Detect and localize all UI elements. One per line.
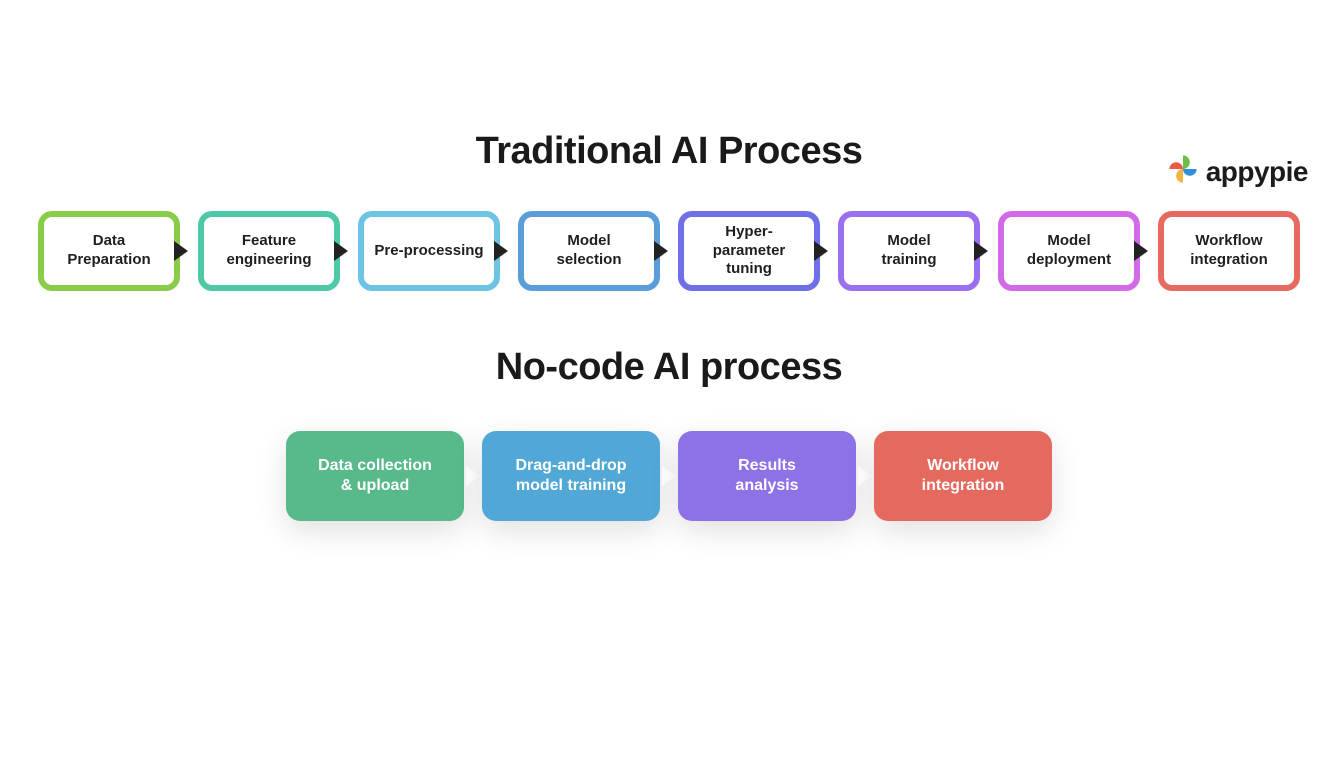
traditional-ai-heading: Traditional AI Process <box>0 130 1338 173</box>
flow-arrow-icon <box>494 241 508 261</box>
step-label: Data Preparation <box>67 232 150 270</box>
brand-logo-text: appypie <box>1206 156 1308 188</box>
traditional-step-7: Model deployment <box>998 211 1140 291</box>
flow-arrow-icon <box>654 241 668 261</box>
traditional-step-4: Model selection <box>518 211 660 291</box>
flow-arrow-icon <box>974 241 988 261</box>
flow-arrow-icon <box>814 241 828 261</box>
step-label: Model deployment <box>1027 232 1111 270</box>
flow-arrow-icon <box>466 466 480 486</box>
nocode-step-2: Drag-and-drop model training <box>482 431 660 521</box>
nocode-step-1: Data collection & upload <box>286 431 464 521</box>
flow-arrow-icon <box>1134 241 1148 261</box>
step-label: Results analysis <box>735 456 798 496</box>
traditional-ai-flow: Data Preparation Feature engineering Pre-p… <box>0 211 1338 291</box>
brand-logo: appypie <box>1166 152 1308 191</box>
traditional-step-2: Feature engineering <box>198 211 340 291</box>
flow-arrow-icon <box>858 466 872 486</box>
step-label: Drag-and-drop model training <box>515 456 626 496</box>
nocode-step-3: Results analysis <box>678 431 856 521</box>
step-label: Feature engineering <box>226 232 311 270</box>
traditional-step-3: Pre-processing <box>358 211 500 291</box>
traditional-step-8: Workflow integration <box>1158 211 1300 291</box>
nocode-step-4: Workflow integration <box>874 431 1052 521</box>
flow-arrow-icon <box>662 466 676 486</box>
step-label: Hyper- parameter tuning <box>713 223 786 279</box>
traditional-step-5: Hyper- parameter tuning <box>678 211 820 291</box>
step-label: Pre-processing <box>374 242 483 261</box>
nocode-ai-heading: No-code AI process <box>0 346 1338 389</box>
flow-arrow-icon <box>174 241 188 261</box>
step-label: Model training <box>882 232 937 270</box>
step-label: Model selection <box>556 232 621 270</box>
flow-arrow-icon <box>334 241 348 261</box>
traditional-step-6: Model training <box>838 211 980 291</box>
step-label: Workflow integration <box>922 456 1005 496</box>
appypie-logo-icon <box>1166 152 1200 191</box>
step-label: Data collection & upload <box>318 456 432 496</box>
step-label: Workflow integration <box>1190 232 1268 270</box>
traditional-step-1: Data Preparation <box>38 211 180 291</box>
nocode-ai-flow: Data collection & upload Drag-and-drop mo… <box>0 431 1338 521</box>
